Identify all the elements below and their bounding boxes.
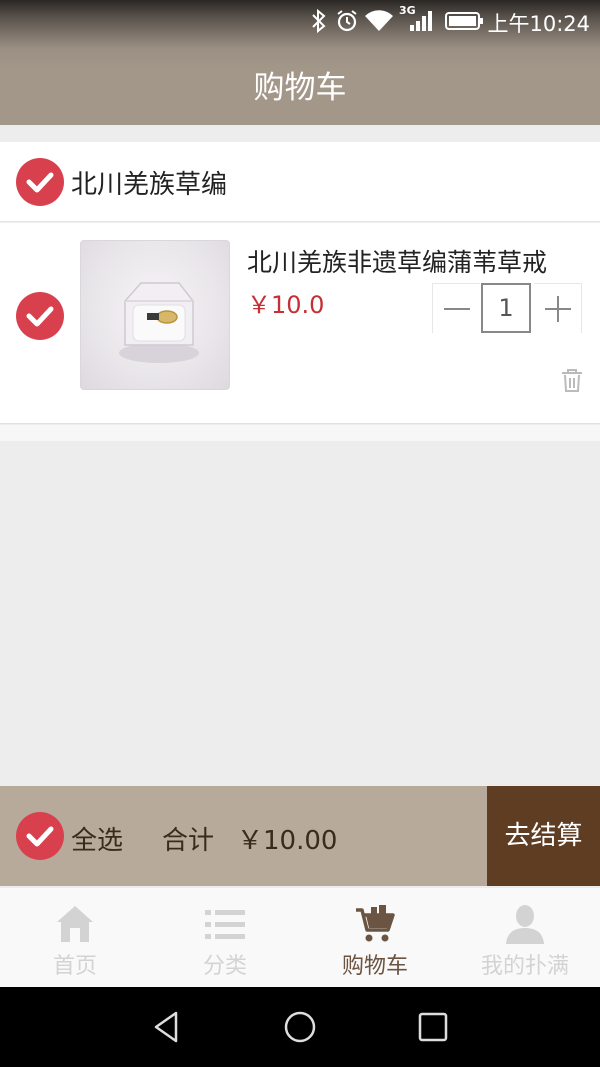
quantity-input[interactable]: 1 — [481, 283, 531, 333]
tab-home-label: 首页 — [52, 954, 97, 979]
system-nav-bar — [0, 987, 600, 1067]
page-title: 购物车 — [253, 70, 347, 106]
select-all-label[interactable]: 全选 — [71, 820, 123, 857]
home-icon — [57, 906, 93, 942]
item-select-checkbox[interactable] — [16, 292, 64, 340]
alarm-icon — [336, 9, 358, 37]
cart-icon — [356, 905, 395, 942]
tab-cart[interactable]: 购物车 — [300, 888, 450, 988]
bottom-tab-bar: 首页 分类 购物车 我的扑满 — [0, 887, 600, 987]
increase-button[interactable] — [534, 283, 582, 333]
status-bar: 3G 上午10:24 — [0, 0, 600, 44]
back-icon[interactable] — [148, 1007, 188, 1047]
signal-icon — [408, 9, 434, 37]
delete-icon[interactable] — [560, 367, 584, 397]
battery-icon — [445, 11, 485, 35]
status-time: 上午10:24 — [487, 12, 590, 36]
shop-name[interactable]: 北川羌族草编 — [71, 164, 227, 201]
check-icon — [26, 826, 54, 847]
wifi-icon — [364, 9, 394, 37]
select-all-checkbox[interactable] — [16, 812, 64, 860]
tab-category-label: 分类 — [202, 954, 247, 979]
decrease-button[interactable] — [432, 283, 480, 333]
shop-select-checkbox[interactable] — [16, 158, 64, 206]
shop-row: 北川羌族草编 — [0, 142, 600, 222]
product-name[interactable]: 北川羌族非遗草编蒲苇草戒 — [247, 243, 547, 279]
list-icon — [205, 910, 245, 939]
check-icon — [26, 306, 54, 327]
cart-item: 北川羌族非遗草编蒲苇草戒 ￥10.0 1 — [0, 223, 600, 424]
tab-home[interactable]: 首页 — [0, 888, 150, 988]
checkout-button[interactable]: 去结算 — [487, 786, 600, 886]
minus-icon — [443, 308, 470, 310]
tab-cart-label: 购物车 — [341, 954, 408, 979]
product-image[interactable] — [80, 240, 230, 390]
product-price: ￥10.0 — [247, 291, 325, 319]
tab-profile-label: 我的扑满 — [480, 954, 569, 979]
check-icon — [26, 172, 54, 193]
quantity-stepper: 1 — [432, 283, 582, 333]
ring-box-image — [119, 282, 199, 363]
checkout-bar: 全选 合计 ￥10.00 去结算 — [0, 786, 600, 886]
divider — [0, 425, 600, 441]
total-value: ￥10.00 — [237, 826, 338, 856]
app-header: 3G 上午10:24 购物车 — [0, 0, 600, 125]
bluetooth-icon — [310, 8, 328, 37]
total-label: 合计 — [162, 826, 215, 856]
plus-icon — [544, 296, 571, 322]
tab-category[interactable]: 分类 — [150, 888, 300, 988]
home-button-icon[interactable] — [280, 1007, 320, 1047]
recents-icon[interactable] — [413, 1007, 453, 1047]
user-icon — [506, 905, 544, 944]
tab-profile[interactable]: 我的扑满 — [450, 888, 600, 988]
